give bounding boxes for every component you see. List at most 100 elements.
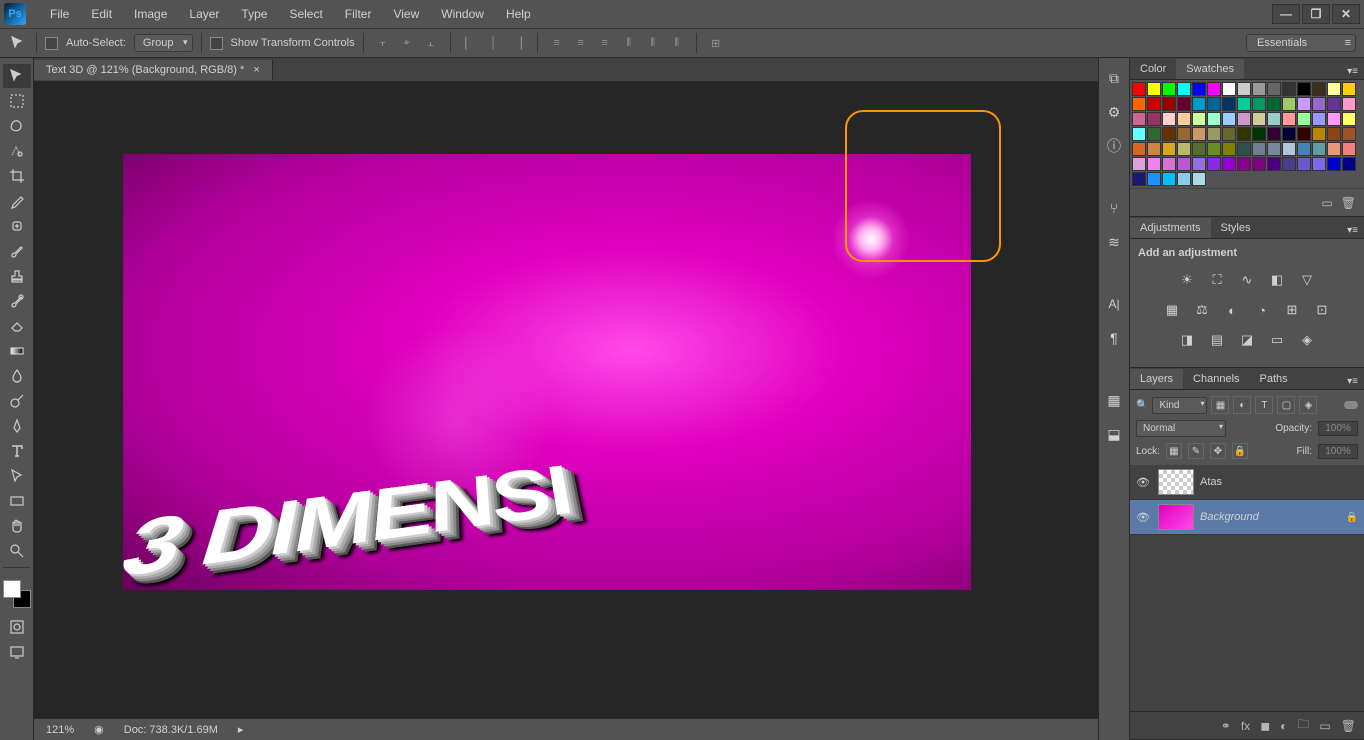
color-balance-icon[interactable]: ⚖ bbox=[1191, 299, 1213, 321]
lasso-tool[interactable] bbox=[3, 114, 31, 138]
swatch[interactable] bbox=[1342, 142, 1356, 156]
auto-select-dropdown[interactable]: Group bbox=[134, 34, 193, 52]
swatch[interactable] bbox=[1132, 172, 1146, 186]
close-button[interactable]: ✕ bbox=[1332, 4, 1360, 24]
paragraph-panel-icon[interactable]: ¶ bbox=[1102, 326, 1126, 350]
stamp-tool[interactable] bbox=[3, 264, 31, 288]
swatch[interactable] bbox=[1177, 97, 1191, 111]
swatch[interactable] bbox=[1192, 172, 1206, 186]
type-tool[interactable] bbox=[3, 439, 31, 463]
layers-tab[interactable]: Layers bbox=[1130, 369, 1183, 389]
swatch[interactable] bbox=[1237, 97, 1251, 111]
menu-help[interactable]: Help bbox=[496, 1, 541, 27]
swatch[interactable] bbox=[1177, 142, 1191, 156]
swatch[interactable] bbox=[1147, 157, 1161, 171]
swatch[interactable] bbox=[1342, 82, 1356, 96]
swatch[interactable] bbox=[1312, 112, 1326, 126]
swatch[interactable] bbox=[1282, 142, 1296, 156]
swatch[interactable] bbox=[1207, 157, 1221, 171]
swatch[interactable] bbox=[1327, 112, 1341, 126]
quickmask-tool[interactable] bbox=[3, 615, 31, 639]
swatch[interactable] bbox=[1327, 97, 1341, 111]
vibrance-icon[interactable]: ▽ bbox=[1296, 269, 1318, 291]
visibility-icon[interactable]: 👁 bbox=[1136, 476, 1152, 489]
properties-panel-icon[interactable]: ⚙ bbox=[1102, 100, 1126, 124]
swatch[interactable] bbox=[1222, 142, 1236, 156]
swatch[interactable] bbox=[1297, 157, 1311, 171]
move-tool[interactable] bbox=[3, 64, 31, 88]
healing-tool[interactable] bbox=[3, 214, 31, 238]
workspace-dropdown[interactable]: Essentials bbox=[1246, 34, 1356, 52]
hue-sat-icon[interactable]: ▦ bbox=[1161, 299, 1183, 321]
layer-group-icon[interactable]: 🗀 bbox=[1297, 715, 1309, 736]
distribute-left-icon[interactable]: ⦀ bbox=[618, 32, 640, 54]
fill-value[interactable]: 100% bbox=[1318, 444, 1358, 459]
swatch[interactable] bbox=[1222, 97, 1236, 111]
menu-file[interactable]: File bbox=[40, 1, 79, 27]
swatch[interactable] bbox=[1237, 82, 1251, 96]
swatch[interactable] bbox=[1177, 82, 1191, 96]
swatch[interactable] bbox=[1192, 97, 1206, 111]
swatch[interactable] bbox=[1237, 112, 1251, 126]
filter-toggle[interactable] bbox=[1344, 401, 1358, 409]
swatch[interactable] bbox=[1252, 157, 1266, 171]
new-swatch-icon[interactable]: ▭ bbox=[1321, 196, 1332, 210]
opacity-value[interactable]: 100% bbox=[1318, 421, 1358, 436]
swatch[interactable] bbox=[1207, 112, 1221, 126]
swatch[interactable] bbox=[1327, 157, 1341, 171]
swatch[interactable] bbox=[1222, 112, 1236, 126]
swatch[interactable] bbox=[1252, 127, 1266, 141]
rectangle-tool[interactable] bbox=[3, 489, 31, 513]
filter-adjust-icon[interactable]: ◐ bbox=[1233, 396, 1251, 414]
swatch[interactable] bbox=[1252, 97, 1266, 111]
swatch[interactable] bbox=[1147, 82, 1161, 96]
menu-edit[interactable]: Edit bbox=[81, 1, 122, 27]
brush-presets-icon[interactable]: ≋ bbox=[1102, 230, 1126, 254]
status-arrow-icon[interactable]: ▸ bbox=[238, 723, 244, 736]
panel-menu-icon[interactable]: ▾≡ bbox=[1341, 374, 1364, 389]
swatch[interactable] bbox=[1132, 142, 1146, 156]
canvas-viewport[interactable]: 3 DIMENSI bbox=[34, 82, 1098, 718]
link-layers-icon[interactable]: ⚭ bbox=[1221, 719, 1231, 733]
swatch[interactable] bbox=[1267, 157, 1281, 171]
swatch[interactable] bbox=[1252, 142, 1266, 156]
levels-icon[interactable]: ⛶ bbox=[1206, 269, 1228, 291]
navigator-panel-icon[interactable]: ▦ bbox=[1102, 388, 1126, 412]
brush-panel-icon[interactable]: ⑂ bbox=[1102, 196, 1126, 220]
filter-image-icon[interactable]: ▦ bbox=[1211, 396, 1229, 414]
filter-type-icon[interactable]: T bbox=[1255, 396, 1273, 414]
panel-menu-icon[interactable]: ▾≡ bbox=[1341, 223, 1364, 238]
swatch[interactable] bbox=[1162, 82, 1176, 96]
align-left-icon[interactable]: ▏ bbox=[459, 32, 481, 54]
menu-window[interactable]: Window bbox=[431, 1, 494, 27]
swatch[interactable] bbox=[1312, 97, 1326, 111]
layer-filter-dropdown[interactable]: Kind bbox=[1152, 397, 1207, 414]
swatch[interactable] bbox=[1147, 97, 1161, 111]
eraser-tool[interactable] bbox=[3, 314, 31, 338]
screenmode-tool[interactable] bbox=[3, 640, 31, 664]
swatch[interactable] bbox=[1312, 142, 1326, 156]
adjustments-tab[interactable]: Adjustments bbox=[1130, 218, 1211, 238]
swatch[interactable] bbox=[1192, 82, 1206, 96]
swatch[interactable] bbox=[1162, 172, 1176, 186]
menu-type[interactable]: Type bbox=[231, 1, 277, 27]
menu-view[interactable]: View bbox=[383, 1, 429, 27]
crop-tool[interactable] bbox=[3, 164, 31, 188]
swatch[interactable] bbox=[1312, 82, 1326, 96]
swatch[interactable] bbox=[1132, 82, 1146, 96]
menu-filter[interactable]: Filter bbox=[335, 1, 382, 27]
swatch[interactable] bbox=[1177, 127, 1191, 141]
filter-shape-icon[interactable]: ▢ bbox=[1277, 396, 1295, 414]
swatch[interactable] bbox=[1237, 127, 1251, 141]
invert-icon[interactable]: ◨ bbox=[1176, 329, 1198, 351]
layer-fx-icon[interactable]: fx bbox=[1241, 719, 1250, 733]
auto-select-checkbox[interactable] bbox=[45, 37, 58, 50]
menu-image[interactable]: Image bbox=[124, 1, 177, 27]
exposure-icon[interactable]: ◧ bbox=[1266, 269, 1288, 291]
align-right-icon[interactable]: ▕ bbox=[507, 32, 529, 54]
brush-tool[interactable] bbox=[3, 239, 31, 263]
layer-thumbnail[interactable] bbox=[1158, 469, 1194, 495]
close-tab-icon[interactable]: × bbox=[253, 64, 259, 76]
histogram-panel-icon[interactable]: ⬓ bbox=[1102, 422, 1126, 446]
layer-item[interactable]: 👁 Background 🔒 bbox=[1130, 500, 1364, 535]
